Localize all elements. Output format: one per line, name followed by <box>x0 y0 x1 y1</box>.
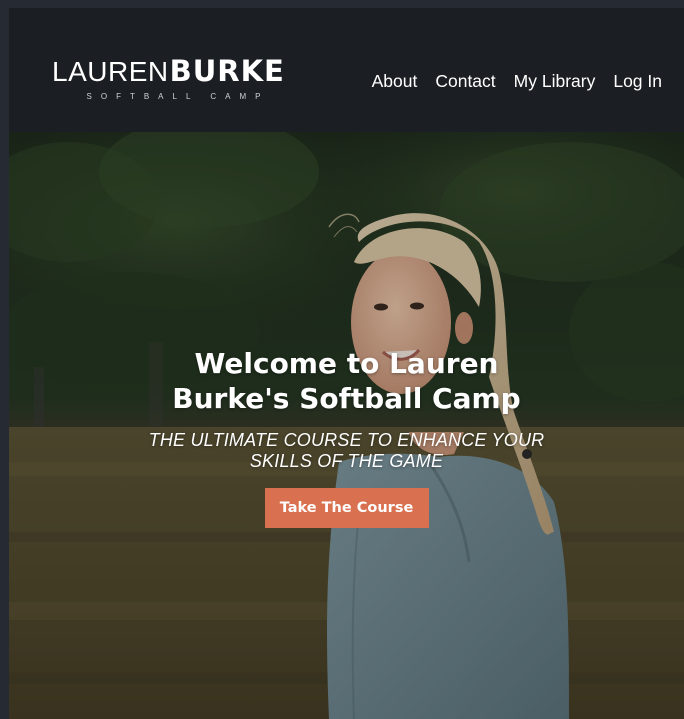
nav-link-about[interactable]: About <box>372 70 418 92</box>
nav-link-my-library[interactable]: My Library <box>514 70 596 92</box>
logo-wordmark: LAURENBURKE <box>52 54 285 88</box>
logo-last-name: BURKE <box>169 54 285 88</box>
hero-content: Welcome to Lauren Burke's Softball Camp … <box>9 346 684 528</box>
hero-subtitle: THE ULTIMATE COURSE TO ENHANCE YOUR SKIL… <box>148 430 545 471</box>
page-frame: LAURENBURKE SOFTBALL CAMP About Contact … <box>9 8 684 719</box>
logo-first-name: LAUREN <box>52 56 169 87</box>
take-the-course-button[interactable]: Take The Course <box>264 488 429 528</box>
logo-tagline: SOFTBALL CAMP <box>86 92 270 101</box>
site-header: LAURENBURKE SOFTBALL CAMP About Contact … <box>9 8 684 132</box>
hero-title: Welcome to Lauren Burke's Softball Camp <box>172 347 521 415</box>
main-nav: About Contact My Library Log In <box>372 70 662 92</box>
hero-section: Welcome to Lauren Burke's Softball Camp … <box>9 132 684 719</box>
nav-link-log-in[interactable]: Log In <box>613 70 662 92</box>
nav-link-contact[interactable]: Contact <box>435 70 495 92</box>
site-logo[interactable]: LAURENBURKE SOFTBALL CAMP <box>52 56 304 104</box>
